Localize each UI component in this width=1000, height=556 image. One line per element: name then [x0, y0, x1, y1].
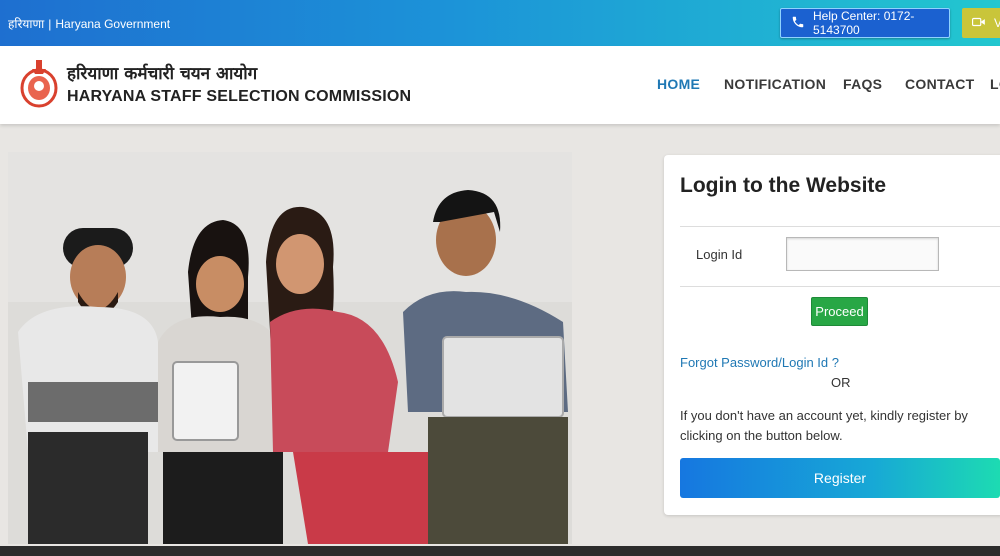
- forgot-password-link[interactable]: Forgot Password/Login Id ?: [680, 355, 839, 370]
- divider: [680, 226, 1000, 227]
- site-title-english: HARYANA STAFF SELECTION COMMISSION: [67, 88, 412, 105]
- nav-home[interactable]: HOME: [657, 76, 700, 92]
- top-bar: हरियाणा | Haryana Government Help Center: …: [0, 0, 1000, 46]
- hero-image: [8, 152, 572, 544]
- proceed-button[interactable]: Proceed: [811, 297, 868, 326]
- government-label: हरियाणा | Haryana Government: [8, 15, 170, 32]
- help-center-button[interactable]: Help Center: 0172-5143700: [780, 8, 950, 38]
- hindi-state-name: हरियाणा: [8, 17, 45, 31]
- login-id-label: Login Id: [696, 247, 743, 262]
- login-heading: Login to the Website: [680, 174, 887, 197]
- login-id-input[interactable]: [786, 237, 939, 271]
- haryana-emblem-icon[interactable]: [20, 58, 58, 108]
- phone-icon: [791, 15, 805, 32]
- or-text: OR: [831, 375, 851, 390]
- site-title-hindi: हरियाणा कर्मचारी चयन आयोग: [67, 64, 258, 84]
- video-label: V: [994, 16, 1000, 30]
- divider: [680, 286, 1000, 287]
- nav-faqs[interactable]: FAQS: [843, 76, 882, 92]
- video-camera-icon: [972, 16, 986, 31]
- video-button[interactable]: V: [962, 8, 1000, 38]
- nav-notification[interactable]: NOTIFICATION: [724, 76, 826, 92]
- separator: |: [48, 17, 52, 31]
- nav-login[interactable]: LO: [990, 76, 1000, 92]
- login-card: Login to the Website Login Id Proceed Fo…: [664, 155, 1000, 515]
- site-header: हरियाणा कर्मचारी चयन आयोग HARYANA STAFF …: [0, 46, 1000, 124]
- help-center-label: Help Center: 0172-5143700: [813, 9, 915, 37]
- register-info-text: If you don't have an account yet, kindly…: [680, 408, 968, 443]
- nav-contact[interactable]: CONTACT: [905, 76, 975, 92]
- footer-strip: [0, 546, 1000, 556]
- gov-label: Haryana Government: [55, 17, 171, 31]
- register-button[interactable]: Register: [680, 458, 1000, 498]
